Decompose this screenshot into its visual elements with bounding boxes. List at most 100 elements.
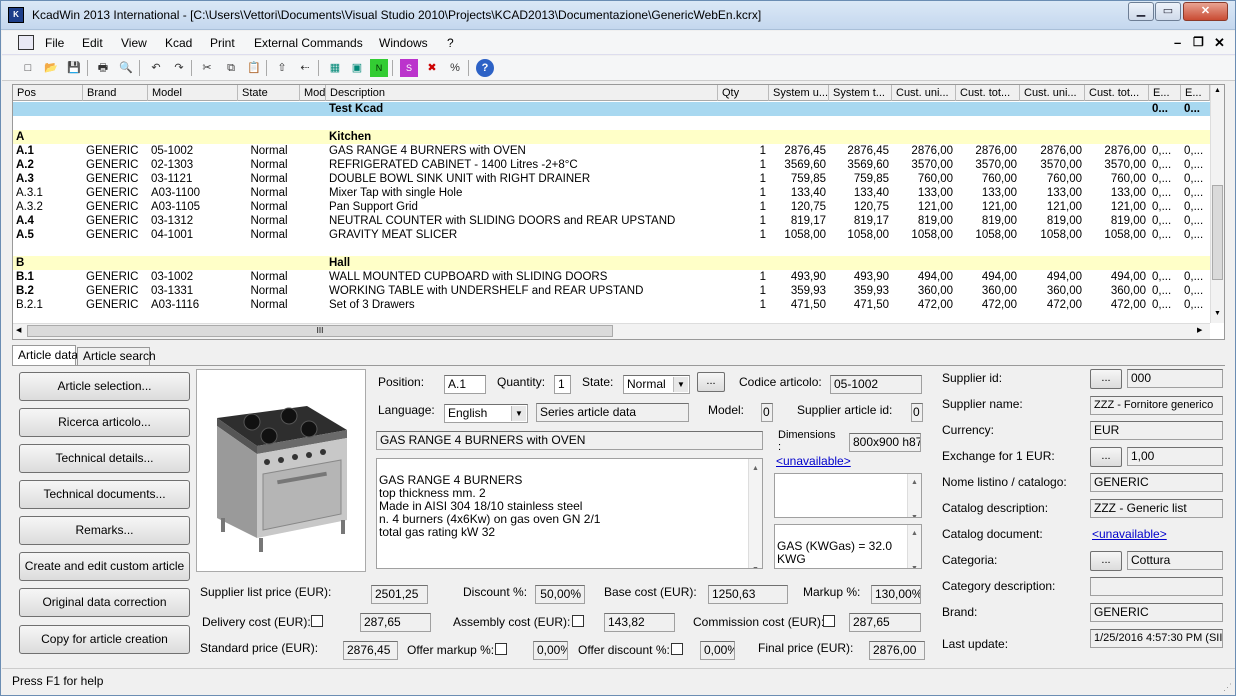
script-icon[interactable]: S: [400, 59, 418, 77]
print-preview-icon[interactable]: 🔍: [117, 59, 135, 77]
print-icon[interactable]: 🖶: [94, 59, 112, 77]
create-custom-article-button[interactable]: Create and edit custom article: [19, 552, 190, 581]
save-icon[interactable]: 💾: [65, 59, 83, 77]
notes-textarea[interactable]: ▲ ▼: [774, 473, 922, 518]
minimize-button[interactable]: ▁: [1128, 2, 1154, 21]
help-icon[interactable]: ?: [476, 59, 494, 77]
table-row[interactable]: A.5 GENERIC 04-1001 Normal GRAVITY MEAT SLIC…: [13, 228, 1210, 242]
open-icon[interactable]: 📂: [42, 59, 60, 77]
category-description-field[interactable]: [1090, 577, 1223, 596]
original-data-correction-button[interactable]: Original data correction: [19, 588, 190, 617]
column-header[interactable]: Cust. tot...: [1085, 85, 1149, 101]
base-cost-field[interactable]: 1250,63: [708, 585, 788, 604]
cube-blue-icon[interactable]: ▦: [326, 59, 344, 77]
standard-price-field[interactable]: 2876,45: [343, 641, 398, 660]
menu-edit[interactable]: Edit: [82, 36, 103, 50]
supplier-name-field[interactable]: ZZZ - Fornitore generico: [1090, 396, 1223, 415]
group-row[interactable]: B Hall: [13, 256, 1210, 270]
scroll-down-icon[interactable]: ▼: [1212, 310, 1223, 317]
column-header[interactable]: State: [238, 85, 300, 101]
tab-article-search[interactable]: Article search: [77, 347, 156, 365]
scroll-up-icon[interactable]: ▲: [1212, 87, 1223, 94]
delivery-cost-field[interactable]: 287,65: [360, 613, 431, 632]
catalog-document-link[interactable]: <unavailable>: [1092, 527, 1167, 541]
copy-icon[interactable]: ⧉: [222, 59, 240, 77]
gas-scrollbar[interactable]: ▲ ▼: [907, 525, 921, 568]
cube-green-icon[interactable]: ▣: [348, 59, 366, 77]
supplier-list-price-field[interactable]: 2501,25: [371, 585, 428, 604]
commission-cost-checkbox[interactable]: [823, 615, 835, 627]
language-select[interactable]: English ▼: [444, 404, 528, 423]
last-update-field[interactable]: 1/25/2016 4:57:30 PM (SII: [1090, 629, 1223, 648]
column-header[interactable]: System t...: [829, 85, 892, 101]
series-field[interactable]: Series article data: [536, 403, 689, 422]
new-icon[interactable]: □: [19, 59, 37, 77]
column-header[interactable]: System u...: [769, 85, 829, 101]
categoria-field[interactable]: Cottura: [1127, 551, 1223, 570]
offer-discount-checkbox[interactable]: [671, 643, 683, 655]
notes-scrollbar[interactable]: ▲ ▼: [907, 474, 921, 517]
column-header[interactable]: Cust. uni...: [892, 85, 956, 101]
article-selection-button[interactable]: Article selection...: [19, 372, 190, 401]
catalog-description-field[interactable]: ZZZ - Generic list: [1090, 499, 1223, 518]
redo-icon[interactable]: ↷: [170, 59, 188, 77]
ricerca-articolo-button[interactable]: Ricerca articolo...: [19, 408, 190, 437]
insert-icon[interactable]: ⇠: [296, 59, 314, 77]
menu-kcad[interactable]: Kcad: [165, 36, 192, 50]
technical-details-button[interactable]: Technical details...: [19, 444, 190, 473]
copy-for-article-creation-button[interactable]: Copy for article creation: [19, 625, 190, 654]
menu-external-commands[interactable]: External Commands: [254, 36, 363, 50]
table-row[interactable]: B.1 GENERIC 03-1002 Normal WALL MOUNTED CUPB…: [13, 270, 1210, 284]
maximize-button[interactable]: ▭: [1155, 2, 1181, 21]
grid-hscroll-thumb[interactable]: III: [27, 325, 613, 337]
grid-horizontal-scrollbar[interactable]: ◀ III ▶: [13, 323, 1210, 339]
mdi-restore-button[interactable]: ❐: [1193, 35, 1204, 49]
gas-rating-textarea[interactable]: GAS (KWGas) = 32.0 KWG ▲ ▼: [774, 524, 922, 569]
column-header[interactable]: E...: [1149, 85, 1181, 101]
column-header[interactable]: Cust. tot...: [956, 85, 1020, 101]
paste-icon[interactable]: 📋: [245, 59, 263, 77]
dimensions-unavailable-link[interactable]: <unavailable>: [776, 454, 851, 468]
column-header[interactable]: Mod: [300, 85, 326, 101]
scroll-left-icon[interactable]: ◀: [16, 326, 21, 334]
undo-icon[interactable]: ↶: [147, 59, 165, 77]
table-row[interactable]: A.2 GENERIC 02-1303 Normal REFRIGERATED CABI…: [13, 158, 1210, 172]
long-description-textarea[interactable]: GAS RANGE 4 BURNERS top thickness mm. 2 …: [376, 458, 763, 569]
note-icon[interactable]: N: [370, 59, 388, 77]
exchange-ellipsis-button[interactable]: ...: [1090, 447, 1122, 467]
move-up-icon[interactable]: ⇧: [273, 59, 291, 77]
table-row[interactable]: A.3 GENERIC 03-1121 Normal DOUBLE BOWL SINK …: [13, 172, 1210, 186]
chevron-down-icon[interactable]: ▼: [511, 406, 526, 421]
grid-vertical-scrollbar[interactable]: ▲ ▼: [1210, 85, 1224, 323]
kcad-app-icon[interactable]: K: [8, 7, 24, 23]
description-field[interactable]: GAS RANGE 4 BURNERS with OVEN: [376, 431, 763, 450]
listino-field[interactable]: GENERIC: [1090, 473, 1223, 492]
currency-field[interactable]: EUR: [1090, 421, 1223, 440]
state-select[interactable]: Normal ▼: [623, 375, 690, 394]
table-row[interactable]: [13, 242, 1210, 256]
document-icon[interactable]: [18, 35, 34, 50]
chevron-down-icon[interactable]: ▼: [673, 377, 688, 392]
remarks-button[interactable]: Remarks...: [19, 516, 190, 545]
table-row[interactable]: A.4 GENERIC 03-1312 Normal NEUTRAL COUNTER w…: [13, 214, 1210, 228]
discount-field[interactable]: 50,00%: [535, 585, 585, 604]
table-row[interactable]: [13, 116, 1210, 130]
dimensions-field[interactable]: 800x900 h870: [849, 433, 921, 452]
table-row[interactable]: A.3.2 GENERIC A03-1105 Normal Pan Support Gr…: [13, 200, 1210, 214]
grid-vscroll-thumb[interactable]: [1212, 185, 1223, 280]
position-field[interactable]: A.1: [444, 375, 486, 394]
mdi-close-button[interactable]: ✕: [1214, 35, 1225, 51]
menu-help[interactable]: ?: [447, 36, 454, 50]
supplier-id-ellipsis-button[interactable]: ...: [1090, 369, 1122, 389]
offer-markup-field[interactable]: 0,00%: [533, 641, 568, 660]
resize-grip-icon[interactable]: ⋰: [1223, 682, 1232, 693]
menu-view[interactable]: View: [121, 36, 147, 50]
scroll-right-icon[interactable]: ▶: [1197, 326, 1202, 334]
assembly-cost-checkbox[interactable]: [572, 615, 584, 627]
mdi-minimize-button[interactable]: –: [1174, 35, 1181, 50]
column-header[interactable]: Cust. uni...: [1020, 85, 1085, 101]
model-field[interactable]: 0: [761, 403, 773, 422]
categoria-ellipsis-button[interactable]: ...: [1090, 551, 1122, 571]
brand-field[interactable]: GENERIC: [1090, 603, 1223, 622]
title-row[interactable]: Test Kcad 0... 0...: [13, 102, 1210, 116]
